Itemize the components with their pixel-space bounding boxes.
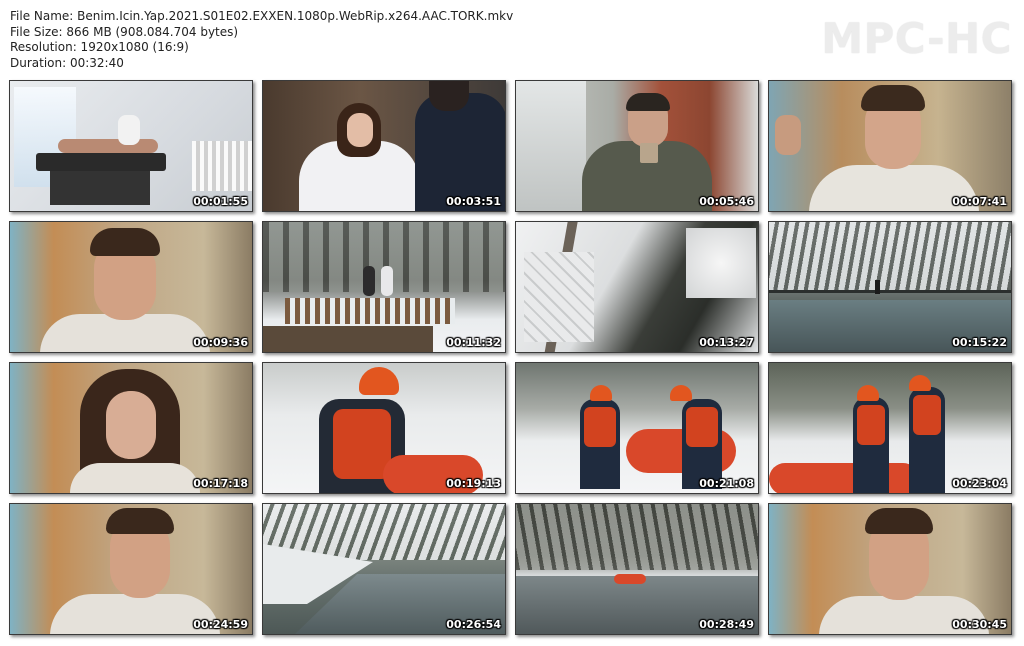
bench-shape xyxy=(263,326,433,352)
hand-shape xyxy=(775,115,801,155)
life-vest-shape xyxy=(686,407,718,447)
life-vest-shape xyxy=(913,395,941,435)
thumbnail[interactable]: 00:11:32 xyxy=(262,221,506,353)
person-shape xyxy=(58,139,158,153)
timestamp: 00:01:55 xyxy=(193,195,248,208)
table-shape xyxy=(36,153,166,171)
person-shape xyxy=(381,266,393,296)
life-vest-shape xyxy=(333,409,391,479)
helmet-shape xyxy=(857,385,879,401)
timestamp: 00:24:59 xyxy=(193,618,248,631)
fence-shape xyxy=(285,298,455,324)
person-head-shape xyxy=(429,81,469,111)
thumbnail[interactable]: 00:28:49 xyxy=(515,503,759,635)
hair-shape xyxy=(861,85,925,111)
thumbnail[interactable]: 00:26:54 xyxy=(262,503,506,635)
timestamp: 00:19:13 xyxy=(446,477,501,490)
thumbnail[interactable]: 00:19:13 xyxy=(262,362,506,494)
thumbnail[interactable]: 00:07:41 xyxy=(768,80,1012,212)
thumbnail-grid: 00:01:55 00:03:51 00:05:46 00:07:41 00:0… xyxy=(9,80,1012,635)
timestamp: 00:26:54 xyxy=(446,618,501,631)
timestamp: 00:30:45 xyxy=(952,618,1007,631)
helmet-shape xyxy=(909,375,931,391)
hair-shape xyxy=(626,93,670,111)
mountain-shape xyxy=(769,222,1011,292)
field-shape xyxy=(524,252,594,342)
helmet-shape xyxy=(670,385,692,401)
resolution: Resolution: 1920x1080 (16:9) xyxy=(10,40,189,55)
thumbnail[interactable]: 00:05:46 xyxy=(515,80,759,212)
trees-shape xyxy=(516,504,758,570)
mpc-hc-logo: MPC-HC xyxy=(821,14,1012,63)
hair-shape xyxy=(106,508,174,534)
timestamp: 00:21:08 xyxy=(699,477,754,490)
bridge-shape xyxy=(769,290,1011,293)
timestamp: 00:05:46 xyxy=(699,195,754,208)
thumbnail[interactable]: 00:09:36 xyxy=(9,221,253,353)
cup-shape xyxy=(640,143,658,163)
person-shape xyxy=(118,115,140,145)
thumbnail[interactable]: 00:13:27 xyxy=(515,221,759,353)
helmet-shape xyxy=(590,385,612,401)
timestamp: 00:15:22 xyxy=(952,336,1007,349)
raft-shape xyxy=(614,574,646,584)
timestamp: 00:17:18 xyxy=(193,477,248,490)
window-shape xyxy=(516,81,586,211)
life-vest-shape xyxy=(584,407,616,447)
timestamp: 00:03:51 xyxy=(446,195,501,208)
life-vest-shape xyxy=(857,405,885,445)
person-head-shape xyxy=(106,391,156,459)
thumbnail[interactable]: 00:01:55 xyxy=(9,80,253,212)
thumbnail[interactable]: 00:24:59 xyxy=(9,503,253,635)
helmet-shape xyxy=(359,367,399,395)
duration: Duration: 00:32:40 xyxy=(10,55,124,70)
hair-shape xyxy=(90,228,160,256)
timestamp: 00:11:32 xyxy=(446,336,501,349)
thumbnail[interactable]: 00:03:51 xyxy=(262,80,506,212)
timestamp: 00:23:04 xyxy=(952,477,1007,490)
timestamp: 00:28:49 xyxy=(699,618,754,631)
person-shape xyxy=(363,266,375,296)
hair-shape xyxy=(865,508,933,534)
person-shape xyxy=(70,463,200,493)
person-shape xyxy=(875,280,880,294)
snow-shape xyxy=(686,228,756,298)
face-shape xyxy=(347,113,373,147)
thumbnail[interactable]: 00:17:18 xyxy=(9,362,253,494)
file-name: File Name: Benim.Icin.Yap.2021.S01E02.EX… xyxy=(10,9,514,23)
timestamp: 00:07:41 xyxy=(952,195,1007,208)
file-info: File Name: Benim.Icin.Yap.2021.S01E02.EX… xyxy=(10,9,513,71)
thumbnail[interactable]: 00:21:08 xyxy=(515,362,759,494)
thumbnail[interactable]: 00:30:45 xyxy=(768,503,1012,635)
timestamp: 00:09:36 xyxy=(193,336,248,349)
timestamp: 00:13:27 xyxy=(699,336,754,349)
file-size: File Size: 866 MB (908.084.704 bytes) xyxy=(10,24,239,39)
thumbnail[interactable]: 00:23:04 xyxy=(768,362,1012,494)
stairs-shape xyxy=(192,141,252,191)
raft-shape xyxy=(769,463,919,493)
table-leg-shape xyxy=(50,171,150,205)
thumbnail[interactable]: 00:15:22 xyxy=(768,221,1012,353)
